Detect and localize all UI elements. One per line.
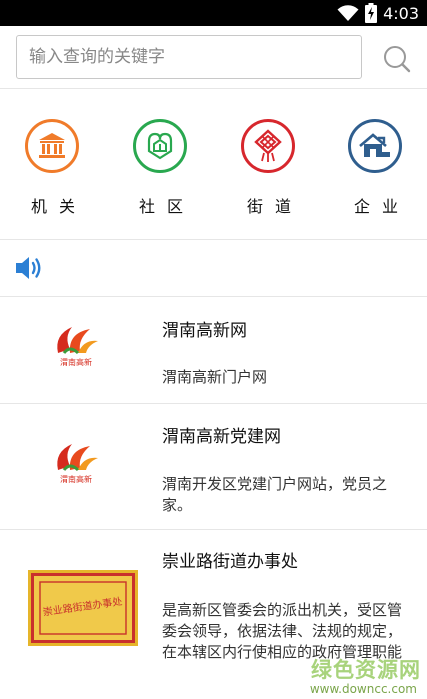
community-icon bbox=[133, 119, 187, 173]
list-item[interactable]: 渭南高新 渭南高新网 渭南高新门户网 bbox=[0, 297, 427, 404]
search-bar bbox=[0, 26, 427, 89]
item-description: 渭南开发区党建门户网站，党员之家。 bbox=[162, 475, 388, 514]
category-enterprise[interactable]: 企业 bbox=[336, 119, 416, 219]
item-title: 渭南高新党建网 bbox=[162, 427, 281, 447]
category-label: 机关 bbox=[30, 197, 87, 216]
weinan-hitech-flame-logo: 渭南高新 bbox=[57, 444, 98, 484]
svg-text:渭南高新: 渭南高新 bbox=[60, 474, 92, 484]
speaker-icon[interactable] bbox=[14, 254, 44, 282]
watermark-url: www.downcc.com bbox=[309, 682, 417, 696]
category-label: 企业 bbox=[353, 197, 410, 216]
category-government[interactable]: 机关 bbox=[13, 119, 93, 219]
svg-text:渭南高新: 渭南高新 bbox=[60, 357, 92, 367]
category-community[interactable]: 社区 bbox=[121, 119, 201, 219]
plaque-logo: 崇业路街道办事处 bbox=[28, 570, 138, 646]
clock: 4:03 bbox=[383, 3, 419, 23]
government-building-icon bbox=[25, 119, 79, 173]
announcement-bar[interactable] bbox=[0, 240, 427, 297]
category-grid: 机关 社区 街道 企业 bbox=[0, 89, 427, 240]
street-knot-icon bbox=[241, 119, 295, 173]
wifi-icon bbox=[337, 5, 359, 21]
item-title: 崇业路街道办事处 bbox=[162, 552, 298, 572]
status-icons: 4:03 bbox=[337, 2, 419, 24]
search-icon[interactable] bbox=[382, 44, 412, 74]
category-street[interactable]: 街道 bbox=[229, 119, 309, 219]
weinan-hitech-flame-logo: 渭南高新 bbox=[57, 327, 98, 367]
category-label: 社区 bbox=[138, 197, 195, 216]
house-icon bbox=[348, 119, 402, 173]
status-bar: 4:03 bbox=[0, 0, 427, 26]
item-title: 渭南高新网 bbox=[162, 321, 247, 341]
category-label: 街道 bbox=[246, 197, 303, 216]
item-description: 渭南高新门户网 bbox=[162, 368, 268, 386]
list-item[interactable]: 渭南高新 渭南高新党建网 渭南开发区党建门户网站，党员之家。 bbox=[0, 404, 427, 530]
search-input[interactable] bbox=[16, 35, 362, 79]
watermark: 绿色资源网 www.downcc.com bbox=[288, 652, 427, 699]
battery-charging-icon bbox=[365, 3, 378, 23]
watermark-text: 绿色资源网 bbox=[311, 658, 421, 682]
